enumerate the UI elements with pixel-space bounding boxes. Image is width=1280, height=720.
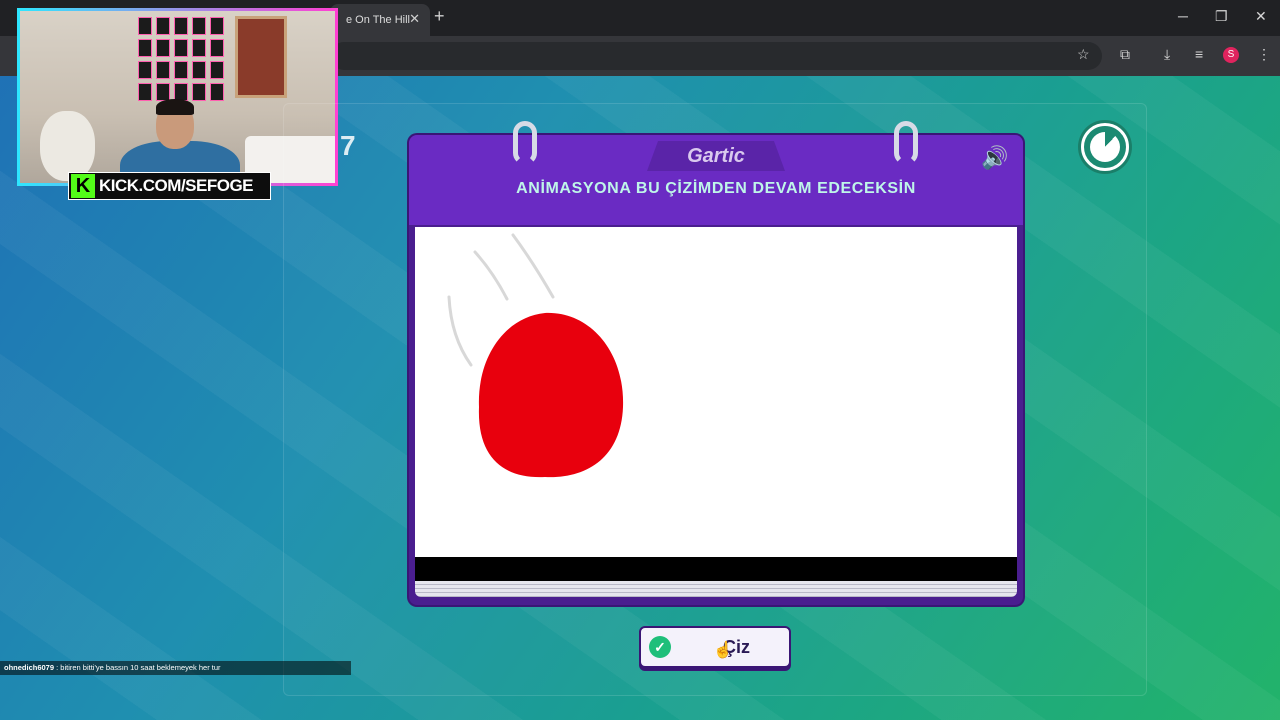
timer-icon <box>1081 123 1129 171</box>
streamer-hair <box>156 99 194 115</box>
wall-poster <box>192 83 206 101</box>
kick-logo-icon: K <box>71 174 95 198</box>
wall-poster <box>138 61 152 79</box>
drawing-svg <box>447 233 624 478</box>
address-bar[interactable] <box>330 42 1102 70</box>
download-icon[interactable]: ⤓ <box>1164 46 1170 63</box>
close-window-button[interactable]: ✕ <box>1255 8 1267 25</box>
bookmark-star-icon[interactable]: ☆ <box>1077 46 1090 63</box>
wall-poster <box>156 83 170 101</box>
sheet-pages <box>415 581 1017 597</box>
wall-poster <box>138 39 152 57</box>
wall-poster <box>174 61 188 79</box>
motion-line <box>473 250 509 301</box>
hand-cursor-icon: ☝ <box>713 642 733 659</box>
gartic-logo: Gartic <box>647 141 785 171</box>
new-tab-button[interactable]: + <box>434 6 445 27</box>
chat-message: ohnedich6079 : bitiren bitti'ye bassın 1… <box>0 661 351 675</box>
wall-poster <box>138 17 152 35</box>
timer-progress <box>1090 132 1120 162</box>
binder-ring <box>894 121 918 165</box>
sound-icon[interactable]: 🔊 <box>981 145 1008 171</box>
wall-poster <box>210 83 224 101</box>
wall-poster <box>156 39 170 57</box>
profile-avatar[interactable]: S <box>1223 47 1239 63</box>
wall-poster <box>138 83 152 101</box>
restore-button[interactable]: ❐ <box>1215 8 1228 25</box>
red-ball <box>478 312 624 478</box>
wall-poster <box>210 17 224 35</box>
tab-title: e On The Hill <box>346 14 410 26</box>
wall-poster <box>192 61 206 79</box>
wall-poster <box>192 39 206 57</box>
kick-url: KICK.COM/SEFOGE <box>99 176 254 195</box>
kick-banner: K KICK.COM/SEFOGE <box>68 172 271 200</box>
drawing-canvas[interactable] <box>415 227 1017 557</box>
drawing-sheet: Gartic 🔊 ANİMASYONA BU ÇİZİMDEN DEVAM ED… <box>409 121 1023 605</box>
browser-menu-icon[interactable]: ⋮ <box>1257 46 1271 63</box>
binder-ring <box>513 121 537 165</box>
extensions-icon[interactable]: ⧉ <box>1120 46 1130 63</box>
browser-tab[interactable]: e On The Hill ✕ <box>330 4 430 36</box>
wall-poster <box>192 17 206 35</box>
wall-poster <box>156 17 170 35</box>
wall-poster <box>156 61 170 79</box>
wall-poster <box>210 39 224 57</box>
wall-poster <box>210 61 224 79</box>
minimize-button[interactable]: ─ <box>1178 8 1188 24</box>
chat-username: ohnedich6079 <box>4 663 55 672</box>
wall-poster <box>174 17 188 35</box>
wall-poster <box>174 39 188 57</box>
wall-rug <box>235 16 287 98</box>
media-control-icon[interactable]: ≡ <box>1195 46 1203 62</box>
instruction-text: ANİMASYONA BU ÇİZİMDEN DEVAM EDECEKSİN <box>516 180 916 197</box>
motion-line <box>511 233 555 299</box>
check-icon: ✓ <box>649 636 671 658</box>
chat-text: : bitiren bitti'ye bassın 10 saat beklem… <box>56 663 221 672</box>
tab-close-icon[interactable]: ✕ <box>409 11 420 27</box>
canvas-bottom-bar <box>415 557 1017 581</box>
teddy-bear <box>40 111 95 181</box>
motion-line <box>447 295 473 367</box>
